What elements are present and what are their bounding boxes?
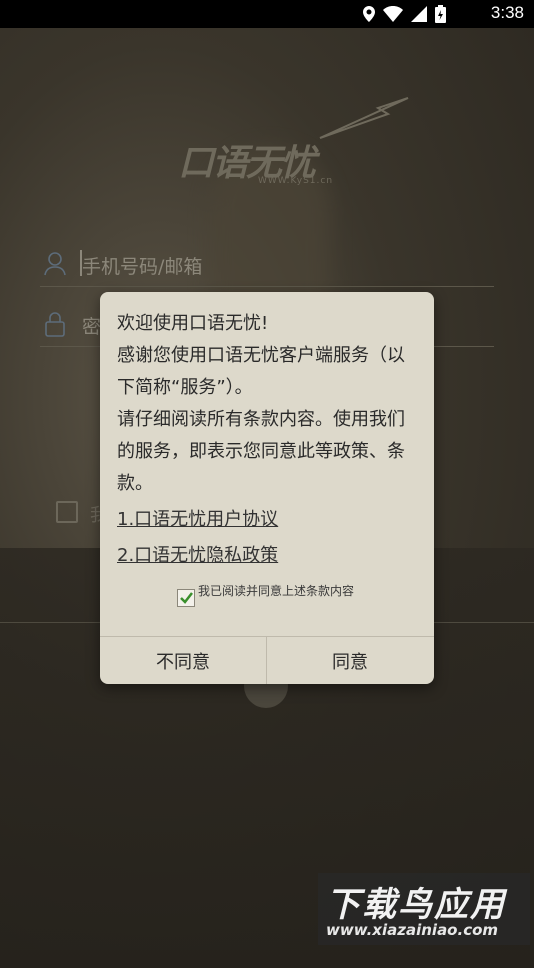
agree-checkbox-label: 我已阅读并同意上述条款内容: [198, 584, 355, 598]
agree-button[interactable]: 同意: [267, 637, 433, 684]
paper-plane-icon: [319, 97, 409, 139]
remember-checkbox[interactable]: [56, 501, 78, 523]
status-time: 3:38: [490, 3, 524, 22]
user-icon: [44, 252, 66, 276]
app-logo: 口语无忧 WWW.KyS1.cn: [178, 97, 409, 198]
watermark-url: www.xiazainiao.com: [326, 921, 499, 939]
terms-dialog: 欢迎使用口语无忧! 感谢您使用口语无忧客户端服务（以下简称“服务”）。 请仔细阅…: [100, 292, 434, 684]
username-field[interactable]: 手机号码/邮箱: [40, 246, 494, 287]
logo-url: WWW.KyS1.cn: [258, 176, 334, 186]
username-placeholder: 手机号码/邮箱: [82, 256, 203, 278]
status-icons: [363, 5, 446, 23]
watermark-title: 下载鸟应用: [326, 885, 506, 925]
agree-checkbox[interactable]: [177, 589, 195, 607]
wifi-icon: [383, 6, 403, 22]
location-icon: [363, 6, 375, 22]
dialog-paragraph-2: 请仔细阅读所有条款内容。使用我们的服务，即表示您同意此等政策、条款。: [117, 409, 405, 494]
signal-icon: [411, 6, 427, 22]
privacy-policy-link[interactable]: 2.口语无忧隐私政策: [117, 541, 278, 567]
lock-icon: [45, 312, 65, 337]
user-agreement-link[interactable]: 1.口语无忧用户协议: [117, 505, 278, 531]
battery-icon: [435, 5, 446, 23]
dialog-welcome: 欢迎使用口语无忧!: [117, 313, 269, 334]
status-bar: 3:38: [0, 0, 534, 28]
dialog-paragraph-1: 感谢您使用口语无忧客户端服务（以下简称“服务”）。: [117, 345, 405, 398]
check-icon: [180, 592, 193, 604]
dialog-button-row: 不同意 同意: [100, 636, 434, 684]
disagree-button[interactable]: 不同意: [100, 637, 267, 684]
password-placeholder: 密: [82, 316, 102, 338]
dialog-body: 欢迎使用口语无忧! 感谢您使用口语无忧客户端服务（以下简称“服务”）。 请仔细阅…: [117, 308, 417, 500]
site-watermark: 下载鸟应用 www.xiazainiao.com: [318, 873, 530, 945]
